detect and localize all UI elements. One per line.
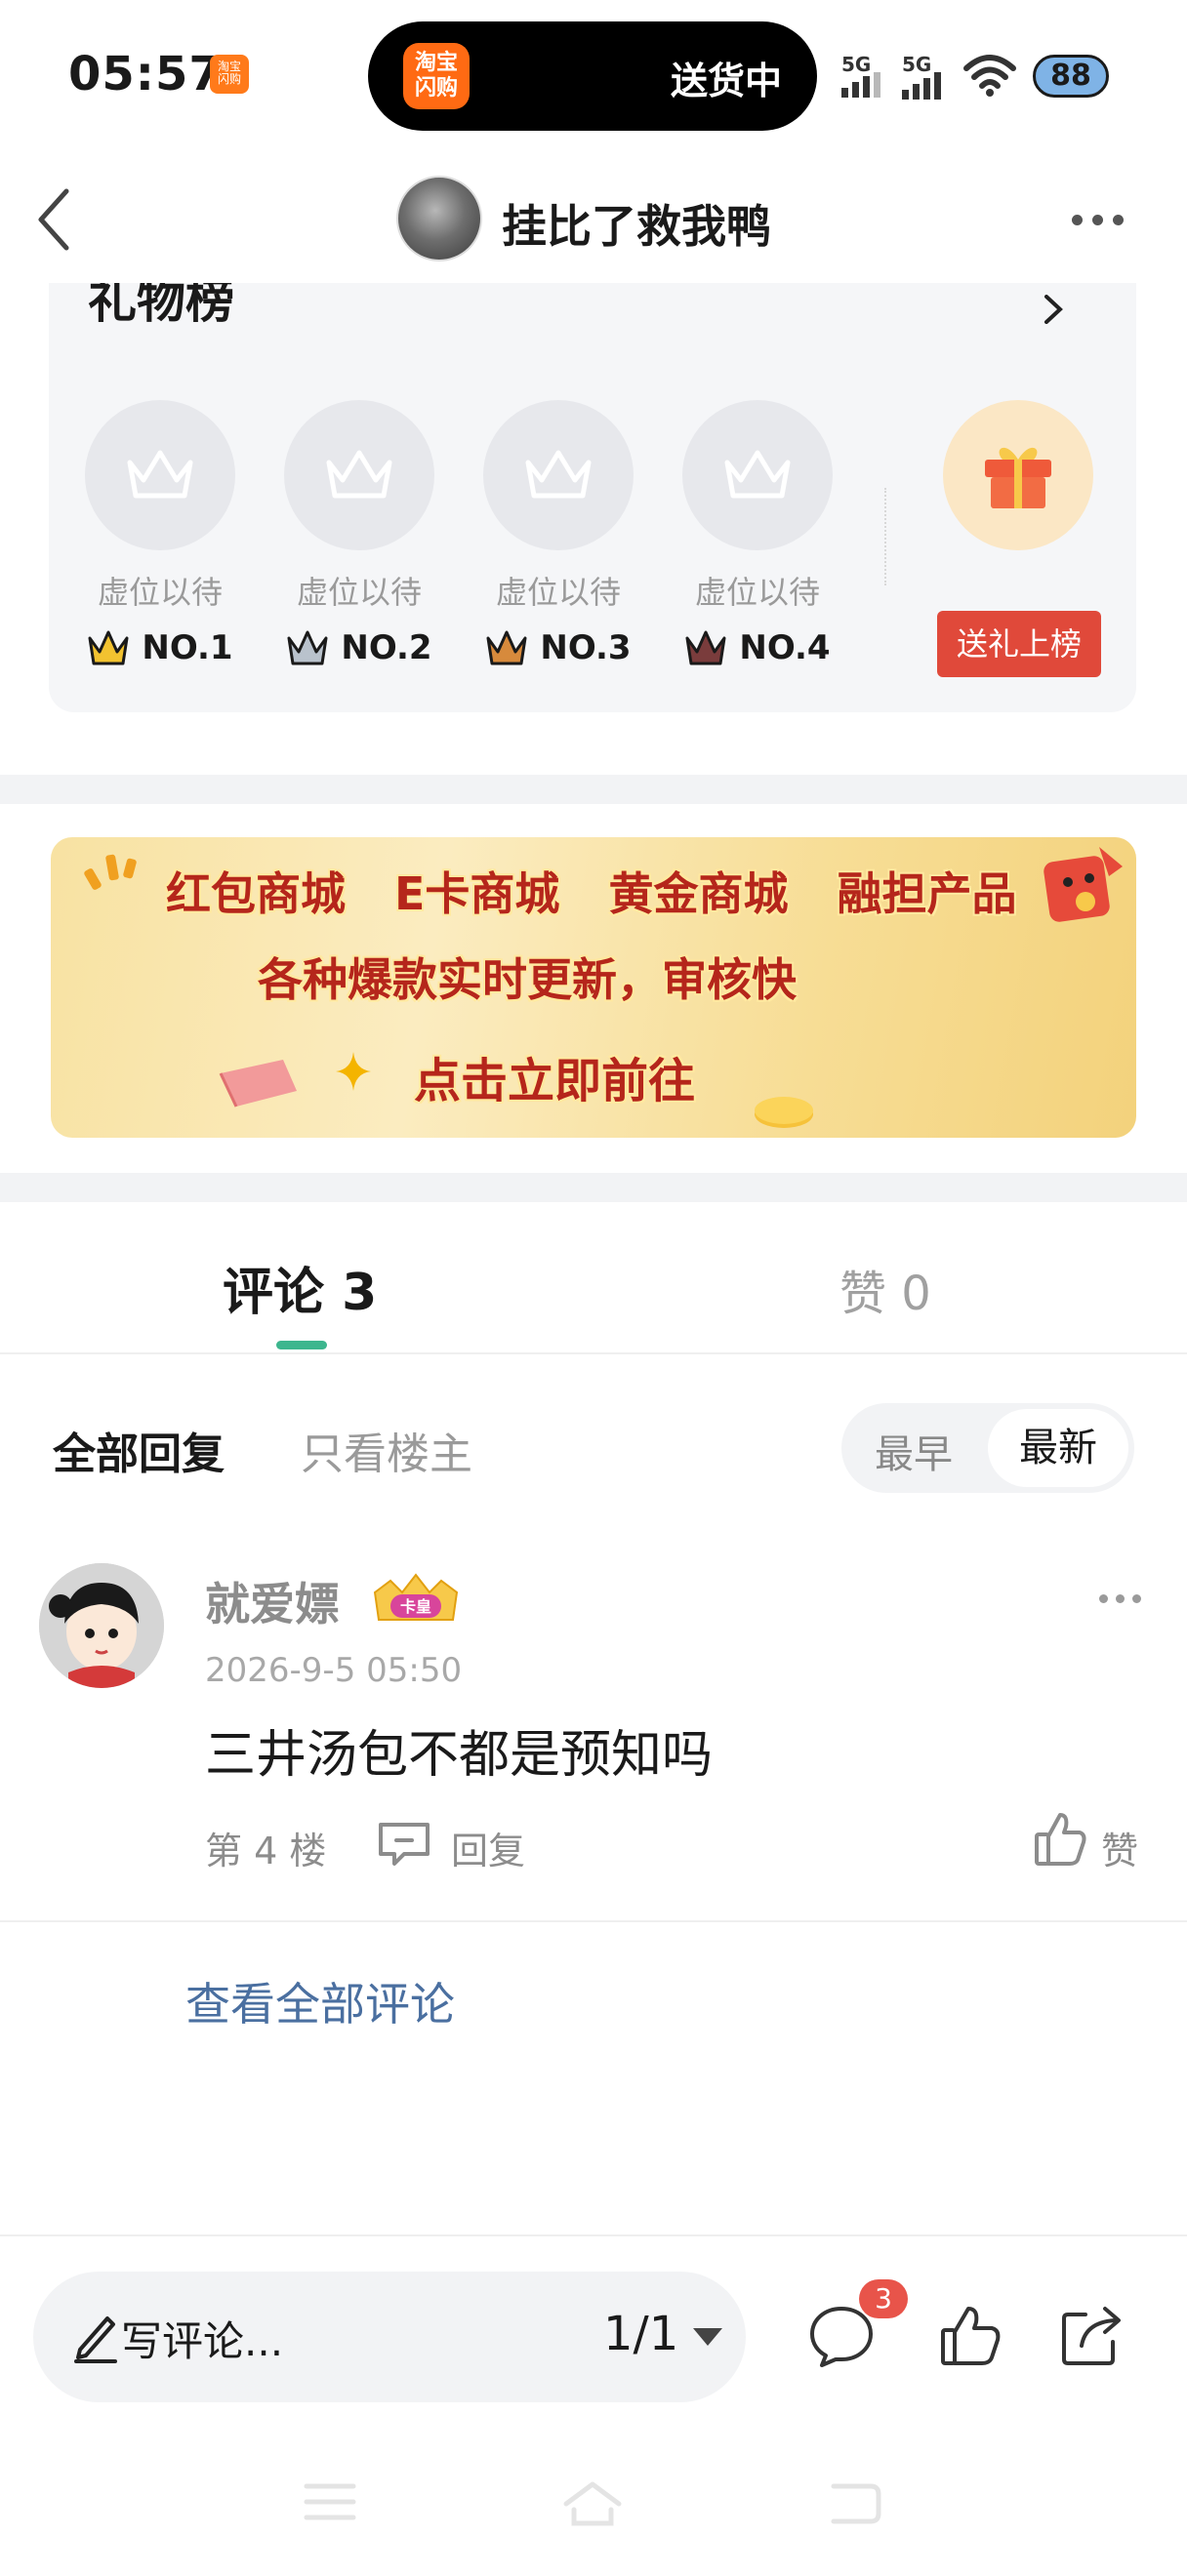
crown-outline-icon [326, 450, 392, 499]
rank-number: NO.3 [540, 628, 632, 667]
dark-crown-icon [685, 630, 726, 665]
sort-earliest-option[interactable]: 最早 [875, 1423, 953, 1479]
send-gift-button[interactable]: 送礼上榜 [937, 611, 1101, 677]
bronze-crown-icon [486, 630, 527, 665]
back-nav-icon[interactable] [828, 2480, 882, 2525]
signal-icon-2 [902, 72, 941, 100]
tab-likes[interactable]: 赞 0 [839, 1255, 931, 1323]
chevron-right-icon[interactable] [1039, 295, 1068, 324]
divider [0, 1920, 1187, 1922]
more-options-icon[interactable] [1072, 215, 1124, 225]
rank-slot-1[interactable]: 虚位以待 NO.1 [82, 400, 238, 667]
sort-latest-option[interactable]: 最新 [988, 1409, 1128, 1487]
commenter-avatar[interactable] [39, 1563, 164, 1688]
mascot-icon [1044, 847, 1123, 922]
thumbs-up-icon[interactable] [935, 2301, 1005, 2371]
rank-slot-label: 虚位以待 [296, 574, 422, 611]
gift-box-icon [985, 447, 1051, 508]
silver-crown-icon [287, 630, 328, 665]
like-button[interactable]: 赞 [1101, 1821, 1138, 1874]
empty-crown-placeholder [85, 400, 235, 550]
gift-box-button[interactable] [943, 400, 1093, 550]
share-icon[interactable] [1056, 2301, 1126, 2371]
rank-slot-4[interactable]: 虚位以待 NO.4 [679, 400, 836, 667]
red-envelope-icon [219, 1060, 297, 1107]
vip-badge: 卡皇 [369, 1573, 463, 1624]
badge-text: 卡皇 [400, 1597, 431, 1616]
rank-slot-label: 虚位以待 [495, 574, 621, 611]
commenter-name[interactable]: 就爱嫖 [205, 1569, 340, 1633]
home-nav-icon[interactable] [560, 2480, 625, 2527]
author-avatar[interactable] [396, 176, 482, 262]
wifi-icon [963, 55, 1016, 97]
status-bar: 05:57 淘宝 闪购 淘宝 闪购 送货中 5G 5G 88 [0, 0, 1187, 156]
comment-count-badge: 3 [859, 2279, 908, 2318]
status-time: 05:57 [68, 47, 223, 101]
tab-comments[interactable]: 评论 3 [223, 1251, 377, 1324]
comment-tabs: 评论 3 赞 0 [0, 1202, 1187, 1354]
section-separator [0, 775, 1187, 804]
write-comment-input[interactable]: 写评论... 1/1 [33, 2272, 746, 2402]
author-name[interactable]: 挂比了救我鸭 [502, 191, 771, 256]
gift-rank-title[interactable]: 礼物榜 [88, 283, 234, 332]
pen-icon [74, 2316, 117, 2363]
taobao-app-icon: 淘宝 闪购 [210, 55, 249, 94]
rank-slot-label: 虚位以待 [694, 574, 820, 611]
rank-slot-2[interactable]: 虚位以待 NO.2 [281, 400, 437, 667]
comment-floor: 第 4 楼 [205, 1830, 327, 1872]
section-separator [0, 1173, 1187, 1202]
empty-crown-placeholder [682, 400, 833, 550]
rank-slot-label: 虚位以待 [97, 574, 223, 611]
comment-text: 三井汤包不都是预知吗 [205, 1726, 714, 1785]
crown-badge-icon: 卡皇 [373, 1573, 459, 1621]
back-arrow-icon[interactable] [29, 185, 88, 254]
banner-slogan: 各种爆款实时更新，审核快 [258, 953, 797, 1006]
comment-placeholder: 写评论... [121, 2317, 284, 2365]
comment-time: 2026-9-5 05:50 [205, 1651, 463, 1690]
gift-rank-card: 礼物榜 虚位以待 NO.1 虚位以待 NO.2 虚位以待 NO.3 虚位以待 N… [49, 283, 1136, 712]
banner-category: E卡商城 [394, 867, 560, 920]
active-tab-indicator [276, 1341, 327, 1349]
sort-toggle: 最早 最新 [841, 1403, 1134, 1493]
page-indicator[interactable]: 1/1 [603, 2307, 678, 2361]
cartoon-avatar-icon [39, 1563, 164, 1688]
empty-crown-placeholder [284, 400, 434, 550]
menu-nav-icon[interactable] [303, 2480, 357, 2523]
gold-crown-icon [88, 630, 129, 665]
dynamic-island[interactable]: 淘宝 闪购 送货中 [368, 21, 817, 131]
top-nav: 挂比了救我鸭 [0, 156, 1187, 283]
rank-number: NO.4 [739, 628, 831, 667]
rank-number: NO.1 [142, 628, 233, 667]
banner-category: 黄金商城 [608, 867, 789, 920]
banner-category: 红包商城 [166, 867, 346, 920]
rank-number: NO.2 [341, 628, 432, 667]
sparkle-lines-icon [84, 854, 137, 890]
banner-category: 融担产品 [837, 867, 1017, 920]
divider [884, 488, 886, 585]
thumbs-up-icon[interactable] [1033, 1811, 1087, 1868]
crown-outline-icon [525, 450, 592, 499]
reply-button[interactable]: 回复 [451, 1821, 525, 1874]
filter-all-replies[interactable]: 全部回复 [53, 1419, 225, 1481]
view-all-comments-link[interactable]: 查看全部评论 [185, 1969, 455, 2033]
crown-outline-icon [724, 450, 791, 499]
promo-banner[interactable]: 红包商城 E卡商城 黄金商城 融担产品 各种爆款实时更新，审核快 点击立即前往 [51, 837, 1136, 1138]
island-status: 送货中 [670, 60, 782, 102]
reply-icon[interactable] [375, 1819, 433, 1868]
banner-categories: 红包商城 E卡商城 黄金商城 融担产品 [166, 859, 1136, 923]
filter-owner-only[interactable]: 只看楼主 [301, 1419, 472, 1481]
island-app-icon: 淘宝 闪购 [403, 43, 470, 109]
empty-crown-placeholder [483, 400, 634, 550]
caret-down-icon[interactable] [693, 2328, 722, 2346]
comment-more-icon[interactable] [1099, 1594, 1141, 1603]
star-sparkle-icon [336, 1052, 371, 1091]
gold-coin-icon [755, 1097, 813, 1128]
bottom-action-bar: 写评论... 1/1 3 [0, 2234, 1187, 2576]
battery-indicator: 88 [1033, 55, 1109, 98]
crown-outline-icon [127, 450, 193, 499]
signal-icon-1 [841, 72, 880, 98]
rank-slot-3[interactable]: 虚位以待 NO.3 [480, 400, 636, 667]
